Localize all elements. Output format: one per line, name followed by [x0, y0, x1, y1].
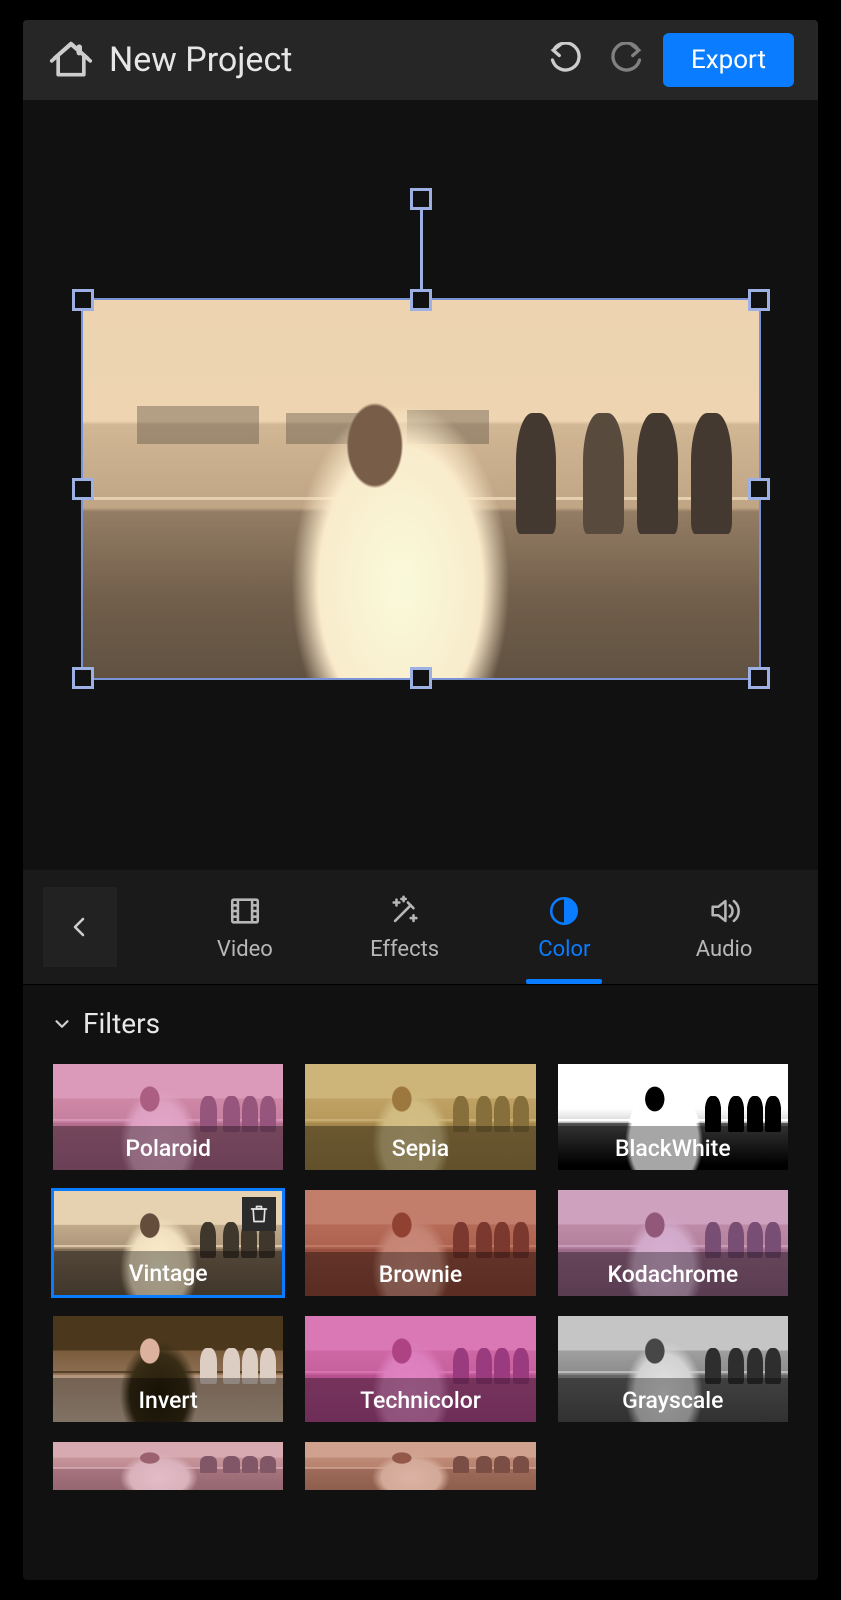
- filter-label: Invert: [53, 1378, 283, 1422]
- undo-button[interactable]: [543, 37, 589, 83]
- app-root: New Project Export: [23, 20, 818, 1580]
- filter-vintage[interactable]: Vintage: [51, 1188, 285, 1298]
- tab-color[interactable]: Color: [491, 870, 639, 984]
- filter-sepia[interactable]: Sepia: [303, 1062, 537, 1172]
- clip-preview-image: [83, 300, 759, 678]
- filters-section-title: Filters: [83, 1007, 160, 1040]
- resize-handle-middle-right[interactable]: [748, 478, 770, 500]
- filters-section-header[interactable]: Filters: [51, 1007, 790, 1040]
- tab-effects[interactable]: Effects: [331, 870, 479, 984]
- canvas-area[interactable]: [23, 100, 818, 870]
- filter-label: Technicolor: [305, 1378, 535, 1422]
- export-button[interactable]: Export: [663, 33, 794, 87]
- tab-label: Audio: [696, 937, 753, 962]
- filter-label: Kodachrome: [558, 1252, 788, 1296]
- filters-grid: Polaroid Sepia BlackWhite Vintage Brownie Kod…: [51, 1062, 790, 1492]
- resize-handle-bottom-right[interactable]: [748, 667, 770, 689]
- resize-handle-top-middle[interactable]: [410, 289, 432, 311]
- header-bar: New Project Export: [23, 20, 818, 100]
- filter-label: Grayscale: [558, 1378, 788, 1422]
- filter-kodachrome[interactable]: Kodachrome: [556, 1188, 790, 1298]
- filter-brownie[interactable]: Brownie: [303, 1188, 537, 1298]
- filter-invert[interactable]: Invert: [51, 1314, 285, 1424]
- filter-extra1[interactable]: [51, 1440, 285, 1492]
- clip-selection-frame[interactable]: [81, 298, 761, 680]
- filter-label: Polaroid: [53, 1126, 283, 1170]
- tab-label: Video: [217, 937, 273, 962]
- chevron-down-icon: [51, 1013, 73, 1035]
- film-icon: [227, 893, 263, 929]
- filter-label: Vintage: [54, 1251, 282, 1295]
- filters-panel: Filters Polaroid Sepia BlackWhite Vintage Br…: [23, 985, 818, 1580]
- resize-handle-bottom-middle[interactable]: [410, 667, 432, 689]
- filter-grayscale[interactable]: Grayscale: [556, 1314, 790, 1424]
- rotation-connector: [420, 209, 423, 289]
- home-icon[interactable]: [47, 36, 95, 84]
- delete-filter-button[interactable]: [242, 1197, 276, 1231]
- filter-label: Sepia: [305, 1126, 535, 1170]
- filter-label: Brownie: [305, 1252, 535, 1296]
- resize-handle-middle-left[interactable]: [72, 478, 94, 500]
- tab-audio[interactable]: Audio: [650, 870, 798, 984]
- rotation-handle[interactable]: [410, 188, 432, 210]
- back-button[interactable]: [43, 887, 117, 967]
- filter-blackwhite[interactable]: BlackWhite: [556, 1062, 790, 1172]
- filter-label: BlackWhite: [558, 1126, 788, 1170]
- wand-icon: [387, 893, 423, 929]
- tab-video[interactable]: Video: [171, 870, 319, 984]
- tab-label: Color: [538, 937, 590, 962]
- contrast-icon: [546, 893, 582, 929]
- filter-extra2[interactable]: [303, 1440, 537, 1492]
- resize-handle-top-left[interactable]: [72, 289, 94, 311]
- tab-label: Effects: [370, 937, 439, 962]
- filter-polaroid[interactable]: Polaroid: [51, 1062, 285, 1172]
- project-title: New Project: [109, 40, 529, 80]
- resize-handle-top-right[interactable]: [748, 289, 770, 311]
- editor-tabs: Video Effects Color: [23, 870, 818, 985]
- redo-button[interactable]: [603, 37, 649, 83]
- filter-technicolor[interactable]: Technicolor: [303, 1314, 537, 1424]
- speaker-icon: [706, 893, 742, 929]
- resize-handle-bottom-left[interactable]: [72, 667, 94, 689]
